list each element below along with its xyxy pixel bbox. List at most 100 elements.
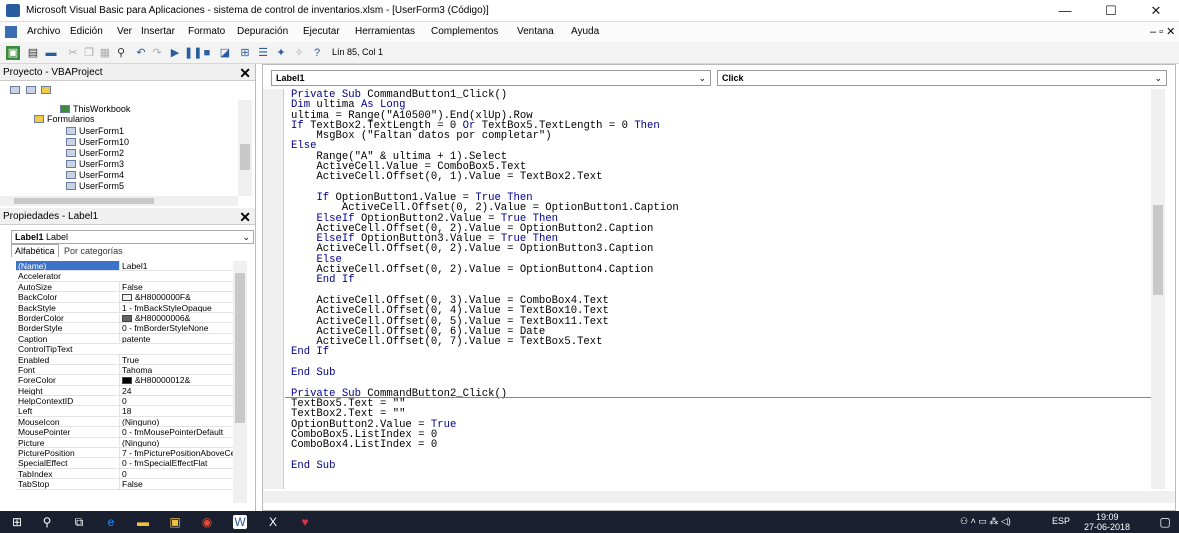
excel-icon[interactable]: X (266, 515, 280, 529)
property-row[interactable]: PicturePosition 7 - fmPicturePositionAbov… (16, 448, 233, 459)
property-value[interactable]: 0 - fmBorderStyleNone (119, 323, 208, 333)
menu-ver[interactable]: Ver (117, 26, 132, 37)
property-row[interactable]: Caption patente (16, 333, 233, 345)
properties-scrollbar[interactable] (233, 261, 247, 503)
cut-icon[interactable]: ✂ (66, 46, 80, 60)
search-icon[interactable]: ⚲ (40, 515, 54, 529)
insert-userform-icon[interactable]: ▤ (26, 46, 40, 60)
mdi-controls[interactable]: – ▫ ✕ (1150, 25, 1175, 38)
menu-ejecutar[interactable]: Ejecutar (303, 26, 340, 37)
property-value[interactable]: 24 (119, 385, 131, 396)
property-value[interactable]: 1 - fmBackStyleOpaque (119, 302, 212, 312)
minimize-button[interactable]: — (1042, 0, 1088, 22)
save-icon[interactable]: ▬ (44, 46, 58, 60)
property-row[interactable]: BackColor &H8000000F& (16, 292, 233, 303)
menu-herramientas[interactable]: Herramientas (355, 26, 415, 37)
property-value[interactable]: &H8000000F& (119, 292, 191, 302)
property-row[interactable]: Enabled True (16, 354, 233, 365)
property-value[interactable]: &H80000006& (119, 312, 190, 323)
property-row[interactable]: Accelerator (16, 271, 233, 282)
tree-item-userform2[interactable]: UserForm2 (66, 148, 124, 158)
code-line[interactable]: ActiveCell.Offset(0, 1).Value = TextBox2… (291, 172, 1151, 183)
tree-item-userform5[interactable]: UserForm5 (66, 181, 124, 191)
property-row[interactable]: BackStyle 1 - fmBackStyleOpaque (16, 302, 233, 313)
property-value[interactable]: True (119, 354, 139, 364)
property-value[interactable]: Label1 (119, 261, 233, 271)
object-combo[interactable]: Label1 ⌄ (271, 70, 711, 86)
view-code-icon[interactable] (10, 86, 20, 94)
code-line[interactable]: MsgBox ("Faltan datos por completar") (291, 131, 1151, 142)
maximize-button[interactable]: ☐ (1088, 0, 1134, 22)
chrome-icon[interactable]: ◉ (200, 515, 214, 529)
tab-alfabetica[interactable]: Alfabética (11, 244, 59, 257)
property-value[interactable]: False (119, 479, 143, 489)
close-button[interactable]: ✕ (1133, 0, 1179, 22)
code-line[interactable]: ComboBox4.ListIndex = 0 (291, 440, 1151, 451)
properties-icon[interactable]: ☰ (256, 46, 270, 60)
tray-icons[interactable]: ⚇ ˄ ▭ ⁂ ◁) (960, 516, 1011, 527)
property-value[interactable]: 0 - fmSpecialEffectFlat (119, 458, 207, 468)
toolbox-icon[interactable]: ✧ (292, 46, 306, 60)
code-line[interactable] (291, 358, 1151, 368)
excel-view-icon[interactable]: ▣ (6, 46, 20, 60)
windows-start-icon[interactable]: ⊞ (10, 515, 24, 529)
property-value[interactable]: Tahoma (119, 364, 152, 375)
clock-date[interactable]: 27-06-2018 (1084, 522, 1130, 532)
property-value[interactable]: (Ninguno) (119, 437, 159, 447)
tab-por-categorias[interactable]: Por categorías (61, 245, 126, 257)
folder-icon[interactable] (41, 86, 52, 94)
project-explorer-icon[interactable]: ⊞ (238, 46, 252, 60)
menu-depuracion[interactable]: Depuración (237, 26, 288, 37)
tree-item-userform4[interactable]: UserForm4 (66, 170, 124, 180)
reset-icon[interactable]: ■ (200, 46, 214, 60)
tree-item-thisworkbook[interactable]: ThisWorkbook (60, 104, 130, 114)
property-row[interactable]: MouseIcon (Ninguno) (16, 416, 233, 428)
property-row[interactable]: BorderColor &H80000006& (16, 312, 233, 324)
tree-item-userform3[interactable]: UserForm3 (66, 159, 124, 169)
code-line[interactable]: End Sub (291, 460, 1151, 471)
task-view-icon[interactable]: ⧉ (72, 515, 86, 529)
menu-ayuda[interactable]: Ayuda (571, 26, 599, 37)
language-indicator[interactable]: ESP (1052, 516, 1070, 526)
menu-formato[interactable]: Formato (188, 26, 225, 37)
property-value[interactable]: 0 - fmMousePointerDefault (119, 427, 223, 437)
edge-icon[interactable]: e (104, 515, 118, 529)
property-value[interactable]: (Ninguno) (119, 416, 159, 427)
tree-item-userform1[interactable]: UserForm1 (66, 126, 124, 136)
property-row[interactable]: ControlTipText (16, 344, 233, 355)
property-row[interactable]: TabStop False (16, 479, 233, 490)
code-line[interactable]: End If (291, 347, 1151, 358)
code-line[interactable]: Private Sub CommandButton1_Click() (291, 90, 1151, 101)
tree-hscrollbar[interactable] (0, 196, 238, 206)
property-value[interactable]: patente (119, 333, 150, 344)
code-line[interactable]: TextBox5.Text = "" (291, 398, 1151, 409)
code-scrollbar[interactable] (1151, 89, 1165, 489)
property-row[interactable]: BorderStyle 0 - fmBorderStyleNone (16, 323, 233, 334)
property-value[interactable]: &H80000012& (119, 375, 190, 385)
code-line[interactable]: ActiveCell.Offset(0, 4).Value = TextBox1… (291, 306, 1151, 317)
menu-insertar[interactable]: Insertar (141, 26, 175, 37)
property-value[interactable]: False (119, 281, 143, 292)
property-row[interactable]: Height 24 (16, 385, 233, 397)
property-value[interactable]: 0 (119, 468, 127, 479)
property-value[interactable]: 0 (119, 396, 127, 406)
notifications-icon[interactable]: ▢ (1158, 515, 1172, 529)
paste-icon[interactable]: ▦ (98, 46, 112, 60)
clock-time[interactable]: 19:09 (1096, 512, 1119, 522)
copy-icon[interactable]: ❐ (82, 46, 96, 60)
word-icon[interactable]: W (233, 515, 247, 529)
code-line[interactable]: TextBox2.Text = "" (291, 409, 1151, 420)
property-row[interactable]: Left 18 (16, 406, 233, 417)
app-heart-icon[interactable]: ♥ (298, 515, 312, 529)
view-object-icon[interactable] (25, 86, 36, 94)
code-editor[interactable]: Private Sub CommandButton1_Click() Dim ul… (291, 90, 1151, 471)
property-value[interactable]: 18 (119, 406, 131, 416)
property-row[interactable]: (Name) Label1 (16, 261, 233, 272)
property-row[interactable]: AutoSize False (16, 281, 233, 293)
design-mode-icon[interactable]: ◪ (218, 46, 232, 60)
menu-archivo[interactable]: Archivo (27, 26, 60, 37)
procedure-combo[interactable]: Click ⌄ (717, 70, 1167, 86)
close-icon[interactable]: ✕ (239, 209, 251, 226)
property-row[interactable]: TabIndex 0 (16, 468, 233, 480)
menu-edicion[interactable]: Edición (70, 26, 103, 37)
